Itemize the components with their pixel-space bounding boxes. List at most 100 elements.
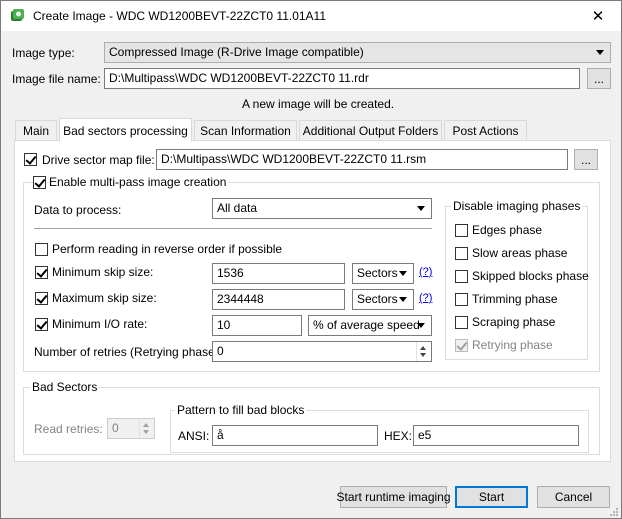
resize-grip-icon[interactable] xyxy=(608,506,620,518)
close-button[interactable]: ✕ xyxy=(575,1,621,31)
min-io-value: 10 xyxy=(217,318,231,332)
scraping-phase-label: Scraping phase xyxy=(472,315,556,329)
browse-label: ... xyxy=(593,71,604,86)
tab-label: Scan Information xyxy=(200,124,291,138)
edges-phase-checkbox[interactable] xyxy=(455,224,468,237)
reverse-order-checkbox[interactable] xyxy=(35,243,48,256)
disable-phases-title: Disable imaging phases xyxy=(451,199,583,213)
tab-scan-information[interactable]: Scan Information xyxy=(194,120,297,141)
hex-value: e5 xyxy=(418,428,432,442)
min-io-input[interactable]: 10 xyxy=(212,315,302,336)
chevron-down-icon xyxy=(399,297,407,302)
read-retries-spinner xyxy=(139,419,153,438)
min-io-unit-select[interactable]: % of average speed xyxy=(308,315,432,336)
read-retries-input: 0 xyxy=(107,418,155,439)
browse-label: ... xyxy=(580,152,591,167)
image-type-value: Compressed Image (R-Drive Image compatib… xyxy=(109,45,364,59)
ansi-input[interactable]: å xyxy=(212,425,378,446)
retries-spinner[interactable] xyxy=(416,342,430,361)
min-skip-unit-value: Sectors xyxy=(357,266,398,280)
chevron-down-icon xyxy=(399,271,407,276)
data-to-process-label: Data to process: xyxy=(34,203,122,217)
read-retries-value: 0 xyxy=(112,421,119,435)
tab-post-actions[interactable]: Post Actions xyxy=(444,120,527,141)
window-title: Create Image - WDC WD1200BEVT-22ZCT0 11.… xyxy=(33,9,327,23)
tab-bad-sectors-processing[interactable]: Bad sectors processing xyxy=(59,118,192,142)
retries-value: 0 xyxy=(217,344,224,358)
start-runtime-imaging-label: Start runtime imaging xyxy=(336,490,451,504)
image-file-browse-button[interactable]: ... xyxy=(587,68,611,89)
start-button[interactable]: Start xyxy=(455,486,528,508)
start-label: Start xyxy=(478,490,505,504)
cancel-button[interactable]: Cancel xyxy=(537,486,610,508)
min-io-checkbox[interactable] xyxy=(35,318,48,331)
slow-areas-phase-label: Slow areas phase xyxy=(472,246,568,260)
bad-sectors-tab-panel: Drive sector map file: D:\Multipass\WDC … xyxy=(14,140,611,462)
reverse-order-label: Perform reading in reverse order if poss… xyxy=(52,242,283,256)
image-file-value: D:\Multipass\WDC WD1200BEVT-22ZCT0 11.rd… xyxy=(109,71,369,85)
max-skip-unit-value: Sectors xyxy=(357,292,398,306)
min-skip-input[interactable]: 1536 xyxy=(212,263,345,284)
app-icon xyxy=(11,9,24,21)
spin-down-icon xyxy=(420,353,426,357)
skipped-blocks-phase-label: Skipped blocks phase xyxy=(472,269,589,283)
min-skip-unit-select[interactable]: Sectors xyxy=(352,263,414,284)
chevron-down-icon xyxy=(417,323,425,328)
max-skip-label: Maximum skip size: xyxy=(52,291,157,305)
retries-label: Number of retries (Retrying phase): xyxy=(34,345,223,359)
start-runtime-imaging-button[interactable]: Start runtime imaging xyxy=(336,486,451,508)
drive-map-browse-button[interactable]: ... xyxy=(574,149,598,170)
pattern-title: Pattern to fill bad blocks xyxy=(175,403,307,417)
spin-down-icon xyxy=(143,430,149,434)
hex-label: HEX: xyxy=(384,429,413,443)
image-file-label: Image file name: xyxy=(12,72,101,86)
tab-label: Main xyxy=(22,124,49,138)
slow-areas-phase-checkbox[interactable] xyxy=(455,247,468,260)
image-type-select[interactable]: Compressed Image (R-Drive Image compatib… xyxy=(104,42,611,63)
ansi-value: å xyxy=(217,428,224,442)
skipped-blocks-phase-checkbox[interactable] xyxy=(455,270,468,283)
tab-label: Bad sectors processing xyxy=(63,123,188,138)
multipass-checkbox[interactable] xyxy=(33,176,46,189)
image-file-input[interactable]: D:\Multipass\WDC WD1200BEVT-22ZCT0 11.rd… xyxy=(104,68,580,89)
drive-map-label: Drive sector map file: xyxy=(42,153,155,167)
spin-up-icon xyxy=(143,423,149,427)
min-skip-checkbox[interactable] xyxy=(35,266,48,279)
max-skip-unit-select[interactable]: Sectors xyxy=(352,289,414,310)
max-skip-value: 2344448 xyxy=(217,292,264,306)
spin-up-icon xyxy=(420,346,426,350)
data-to-process-select[interactable]: All data xyxy=(212,198,432,219)
image-type-label: Image type: xyxy=(12,46,75,60)
tab-label: Post Actions xyxy=(452,124,519,138)
tab-main[interactable]: Main xyxy=(15,120,57,141)
ansi-label: ANSI: xyxy=(178,429,210,443)
min-skip-label: Minimum skip size: xyxy=(52,265,154,279)
min-skip-value: 1536 xyxy=(217,266,244,280)
drive-map-checkbox[interactable] xyxy=(24,153,37,166)
trimming-phase-checkbox[interactable] xyxy=(455,293,468,306)
hex-input[interactable]: e5 xyxy=(413,425,579,446)
max-skip-checkbox[interactable] xyxy=(35,292,48,305)
tab-additional-output-folders[interactable]: Additional Output Folders xyxy=(299,120,442,141)
multipass-label: Enable multi-pass image creation xyxy=(47,175,229,189)
create-image-dialog: Create Image - WDC WD1200BEVT-22ZCT0 11.… xyxy=(0,0,622,519)
chevron-down-icon xyxy=(596,50,604,55)
retrying-phase-checkbox xyxy=(455,339,468,352)
edges-phase-label: Edges phase xyxy=(472,223,543,237)
max-skip-input[interactable]: 2344448 xyxy=(212,289,345,310)
chevron-down-icon xyxy=(417,206,425,211)
tab-label: Additional Output Folders xyxy=(302,124,439,138)
bad-sectors-title: Bad Sectors xyxy=(30,380,100,394)
min-io-unit-value: % of average speed xyxy=(313,318,420,332)
retries-input[interactable]: 0 xyxy=(212,341,432,362)
drive-map-value: D:\Multipass\WDC WD1200BEVT-22ZCT0 11.rs… xyxy=(161,152,427,166)
cancel-label: Cancel xyxy=(554,490,593,504)
title-bar: Create Image - WDC WD1200BEVT-22ZCT0 11.… xyxy=(1,1,621,31)
separator xyxy=(34,228,432,229)
min-io-label: Minimum I/O rate: xyxy=(52,317,148,331)
scraping-phase-checkbox[interactable] xyxy=(455,316,468,329)
drive-map-input[interactable]: D:\Multipass\WDC WD1200BEVT-22ZCT0 11.rs… xyxy=(156,149,568,170)
min-skip-help-link[interactable]: (?) xyxy=(419,266,432,278)
max-skip-help-link[interactable]: (?) xyxy=(419,292,432,304)
trimming-phase-label: Trimming phase xyxy=(472,292,558,306)
